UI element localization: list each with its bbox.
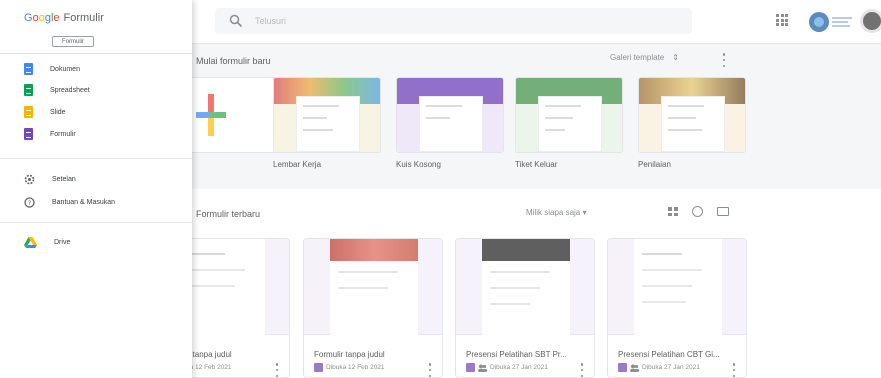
- drawer-item-label: Bantuan & Masukan: [52, 198, 116, 206]
- brand-chip: Formulir: [52, 36, 94, 47]
- drawer-divider: [0, 158, 192, 159]
- drawer-item-drive[interactable]: Drive: [24, 233, 70, 251]
- drawer-item-label: Formulir: [50, 130, 76, 138]
- help-icon: ?: [24, 196, 35, 208]
- drawer-item-docs[interactable]: Dokumen: [24, 60, 80, 78]
- svg-text:?: ?: [28, 199, 31, 207]
- drawer-item-forms[interactable]: Formulir: [24, 125, 76, 143]
- drawer-item-help[interactable]: ? Bantuan & Masukan: [24, 193, 115, 211]
- drawer-item-slides[interactable]: Slide: [24, 103, 66, 121]
- forms-icon: [24, 128, 33, 140]
- drawer-item-label: Drive: [54, 238, 71, 246]
- drive-icon: [24, 236, 37, 248]
- google-forms-logo: Google Formulir: [24, 12, 104, 24]
- sheets-icon: [24, 84, 33, 96]
- navigation-drawer: Google Formulir Formulir Dokumen Spreadsh…: [0, 0, 192, 378]
- drawer-item-label: Dokumen: [50, 65, 80, 73]
- drawer-item-label: Setelan: [52, 175, 76, 183]
- drawer-divider: [0, 53, 192, 54]
- slides-icon: [24, 106, 33, 118]
- brand-product: Formulir: [63, 12, 104, 24]
- drawer-item-label: Slide: [50, 108, 66, 116]
- brand-google: Google: [24, 12, 60, 24]
- drawer-item-sheets[interactable]: Spreadsheet: [24, 81, 90, 99]
- drawer-item-settings[interactable]: Setelan: [24, 170, 76, 188]
- gear-icon: [24, 174, 35, 184]
- drawer-divider: [0, 222, 192, 223]
- drawer-item-label: Spreadsheet: [50, 86, 90, 94]
- docs-icon: [24, 63, 33, 75]
